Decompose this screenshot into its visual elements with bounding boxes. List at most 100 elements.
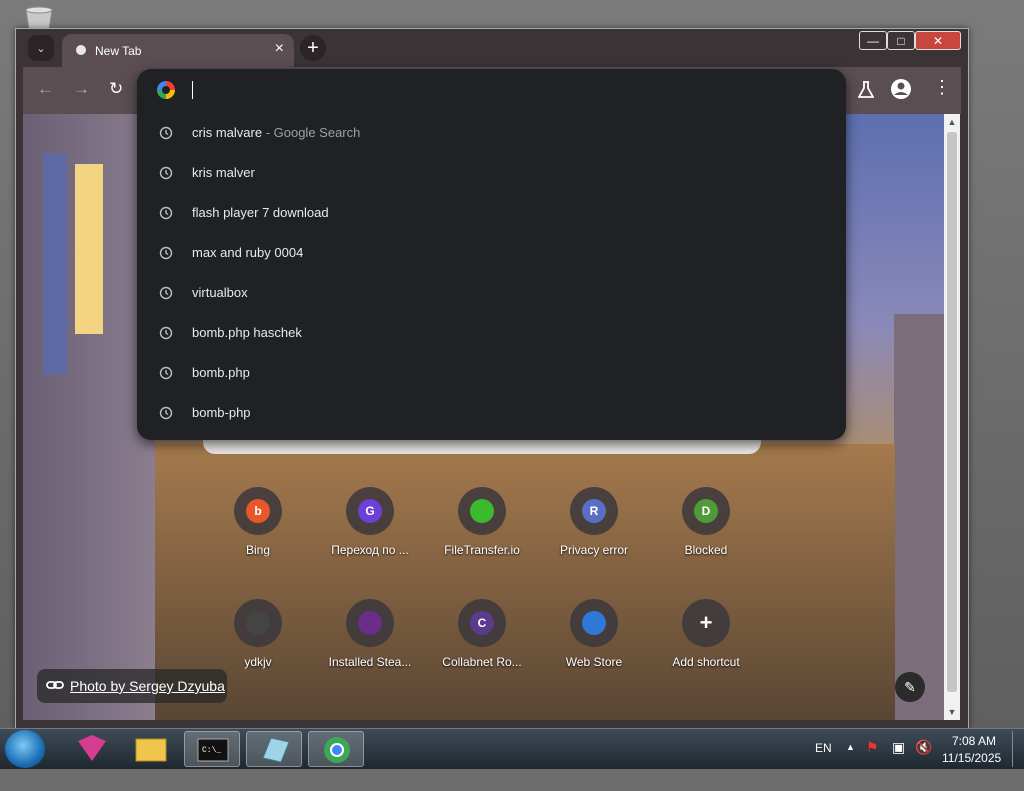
shortcut-name: FileTransfer.io: [444, 543, 520, 557]
shortcut-tile[interactable]: D Blocked: [651, 487, 761, 587]
language-indicator[interactable]: EN: [815, 741, 832, 781]
taskbar-app-paint[interactable]: [64, 731, 120, 767]
plus-icon: +: [307, 36, 319, 59]
suggestion-item[interactable]: max and ruby 0004: [137, 233, 846, 273]
suggestion-query: virtualbox: [192, 285, 248, 300]
shortcut-name: Installed Stea...: [328, 655, 412, 669]
action-center-flag-icon[interactable]: ⚑: [866, 739, 879, 779]
address-input[interactable]: [191, 77, 595, 107]
suggestion-text: flash player 7 download: [192, 205, 329, 220]
shortcut-tile[interactable]: G Переход по ...: [315, 487, 425, 587]
letter-r-icon: R: [582, 499, 606, 523]
terminal-icon: C:\_: [197, 738, 229, 762]
clock-date[interactable]: 11/15/2025: [942, 751, 1001, 791]
show-hidden-icons[interactable]: ▲: [846, 742, 855, 782]
recycle-bin-icon[interactable]: [22, 6, 56, 30]
shortcut-name: Bing: [245, 543, 271, 557]
customize-pencil-icon[interactable]: ✎: [895, 672, 925, 702]
omnibox-dropdown: cris malvare - Google Search kris malver f…: [137, 69, 846, 440]
chevron-down-icon: ⌄: [36, 42, 46, 55]
building-icon: [246, 611, 270, 635]
suggestion-item[interactable]: bomb-php: [137, 393, 846, 433]
taskbar-chrome[interactable]: [308, 731, 364, 767]
photo-credit-link[interactable]: Photo by Sergey Dzyuba: [37, 669, 227, 703]
start-button[interactable]: [5, 730, 45, 768]
suggestion-item[interactable]: bomb.php: [137, 353, 846, 393]
text-caret: [192, 81, 193, 99]
history-icon: [159, 406, 173, 420]
shortcut-tile[interactable]: Web Store: [539, 599, 649, 699]
tab-search-button[interactable]: ⌄: [28, 35, 54, 61]
tab-title: New Tab: [95, 44, 142, 58]
shortcut-name: Privacy error: [559, 543, 628, 557]
background-building-left: [23, 114, 155, 720]
suggestion-text: bomb.php haschek: [192, 325, 302, 340]
shortcut-icon-circle: D: [682, 487, 730, 535]
shortcut-icon-circle: R: [570, 487, 618, 535]
shortcut-name: ydkjv: [244, 655, 272, 669]
shortcut-icon-circle: [458, 487, 506, 535]
history-icon: [159, 206, 173, 220]
new-tab-button[interactable]: +: [300, 35, 326, 61]
taskbar-notepad[interactable]: [246, 731, 302, 767]
shortcut-tile[interactable]: + Add shortcut: [651, 599, 761, 699]
shortcut-tile[interactable]: b Bing: [203, 487, 313, 587]
letter-d-icon: D: [694, 499, 718, 523]
suggestion-query: kris malver: [192, 165, 255, 180]
scroll-thumb[interactable]: [947, 132, 957, 692]
suggestion-item[interactable]: bomb.php haschek: [137, 313, 846, 353]
bing-icon: b: [246, 499, 270, 523]
menu-kebab-icon[interactable]: ⋮: [933, 77, 951, 98]
reload-button[interactable]: ↻: [109, 79, 123, 99]
shortcut-name: Add shortcut: [672, 655, 740, 669]
show-desktop-button[interactable]: [1012, 731, 1023, 767]
shortcut-icon-circle: [570, 599, 618, 647]
labs-flask-icon[interactable]: [858, 81, 874, 99]
forward-button[interactable]: →: [73, 79, 90, 99]
scroll-down-arrow-icon[interactable]: ▼: [944, 704, 960, 720]
shortcut-icon-circle: [234, 599, 282, 647]
window-light: [75, 164, 103, 334]
chrome-icon: [74, 43, 88, 57]
close-tab-icon[interactable]: ×: [275, 40, 284, 58]
web-store-icon: [582, 611, 606, 635]
volume-muted-icon[interactable]: 🔇: [915, 739, 932, 779]
profile-avatar-icon[interactable]: [890, 78, 912, 100]
google-g-icon: [157, 81, 175, 99]
taskbar-file-explorer[interactable]: [122, 731, 178, 767]
folder-icon: [135, 738, 167, 762]
suggestion-query: max and ruby 0004: [192, 245, 304, 260]
history-icon: [159, 366, 173, 380]
shortcut-tile[interactable]: C Collabnet Ro...: [427, 599, 537, 699]
tab-strip: ⌄ New Tab × +: [16, 29, 968, 67]
letter-g-icon: G: [358, 499, 382, 523]
shortcut-tile[interactable]: FileTransfer.io: [427, 487, 537, 587]
page-scrollbar[interactable]: ▲ ▼: [944, 114, 960, 720]
shortcut-name: Collabnet Ro...: [442, 655, 522, 669]
suggestion-item[interactable]: kris malver: [137, 153, 846, 193]
suggestion-query: bomb.php: [192, 365, 250, 380]
shortcut-tile[interactable]: R Privacy error: [539, 487, 649, 587]
letter-c-icon: C: [470, 611, 494, 635]
suggestion-suffix: - Google Search: [262, 125, 361, 140]
steam-icon: [358, 611, 382, 635]
notepad-icon: [262, 737, 290, 763]
suggestion-item[interactable]: virtualbox: [137, 273, 846, 313]
shortcut-tile[interactable]: Installed Stea...: [315, 599, 425, 699]
suggestion-item[interactable]: cris malvare - Google Search: [137, 113, 846, 153]
taskbar-command-prompt[interactable]: C:\_: [184, 731, 240, 767]
scroll-up-arrow-icon[interactable]: ▲: [944, 114, 960, 130]
suggestion-text: bomb-php: [192, 405, 251, 420]
back-button[interactable]: ←: [37, 79, 54, 99]
tab-new-tab[interactable]: New Tab ×: [62, 34, 294, 67]
history-icon: [159, 286, 173, 300]
history-icon: [159, 246, 173, 260]
suggestion-query: bomb-php: [192, 405, 251, 420]
history-icon: [159, 126, 173, 140]
history-icon: [159, 166, 173, 180]
shortcut-name: Blocked: [684, 543, 728, 557]
omnibox-bar: [137, 69, 846, 113]
suggestion-query: flash player 7 download: [192, 205, 329, 220]
network-icon[interactable]: ▣: [892, 739, 905, 779]
suggestion-item[interactable]: flash player 7 download: [137, 193, 846, 233]
